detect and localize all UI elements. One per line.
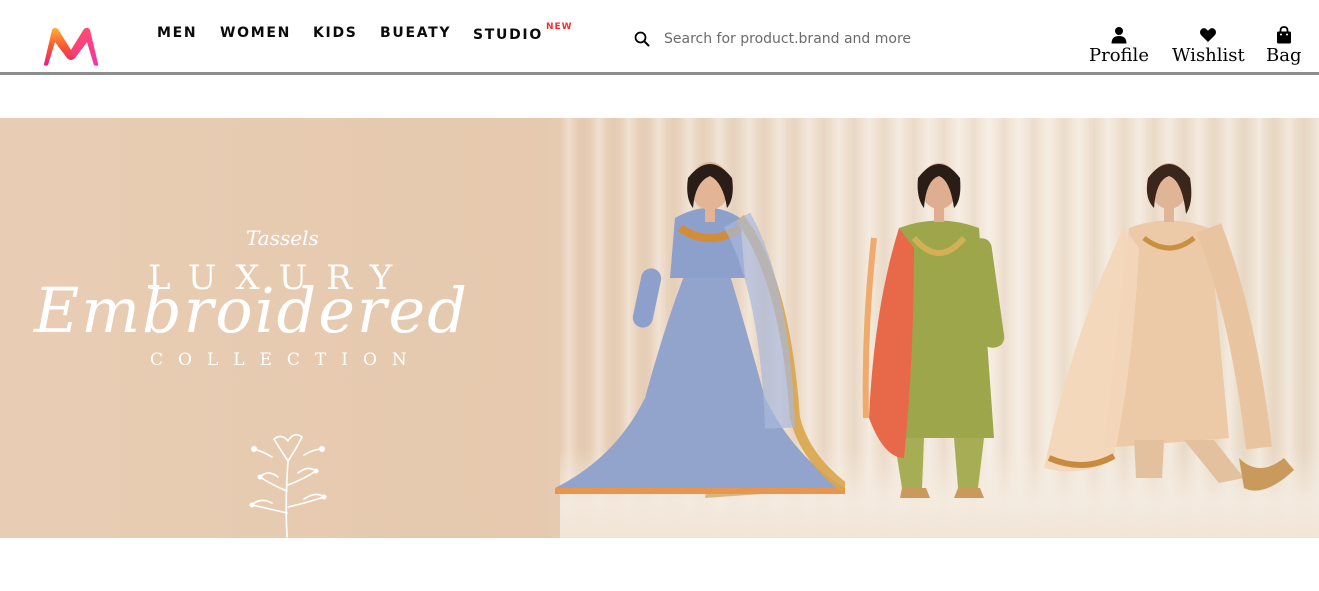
nav-studio[interactable]: STUDIO (473, 26, 543, 44)
heart-icon (1200, 28, 1217, 42)
banner-headline-collection: COLLECTION (150, 350, 422, 370)
studio-new-badge: NEW (546, 22, 573, 32)
model-blue-anarkali (555, 162, 845, 498)
nav-beauty[interactable]: BUEATY (380, 24, 451, 42)
nav-kids[interactable]: KIDS (313, 24, 358, 42)
user-icon (1111, 27, 1127, 44)
nav-women[interactable]: WOMEN (220, 24, 291, 42)
wishlist-button[interactable]: Wishlist (1172, 26, 1245, 66)
bag-label: Bag (1266, 45, 1302, 66)
profile-button[interactable]: Profile (1089, 26, 1149, 66)
banner-headline-embroidered: Embroidered (34, 274, 469, 347)
model-peach-kurta (1044, 163, 1294, 491)
search-icon[interactable] (633, 30, 651, 48)
floral-motif-icon (249, 433, 327, 538)
wishlist-label: Wishlist (1172, 45, 1245, 66)
top-header: MEN WOMEN KIDS BUEATY STUDIO NEW Profile… (0, 0, 1319, 75)
myntra-logo-icon[interactable] (40, 24, 102, 68)
search-bar (628, 24, 1048, 54)
banner-brand-logo: Tassels (246, 226, 319, 250)
bag-button[interactable]: Bag (1266, 26, 1301, 66)
nav-men[interactable]: MEN (157, 24, 197, 42)
profile-label: Profile (1089, 45, 1149, 66)
model-green-kurta (862, 163, 1005, 498)
bag-icon (1276, 26, 1291, 44)
search-input[interactable] (664, 25, 1024, 53)
